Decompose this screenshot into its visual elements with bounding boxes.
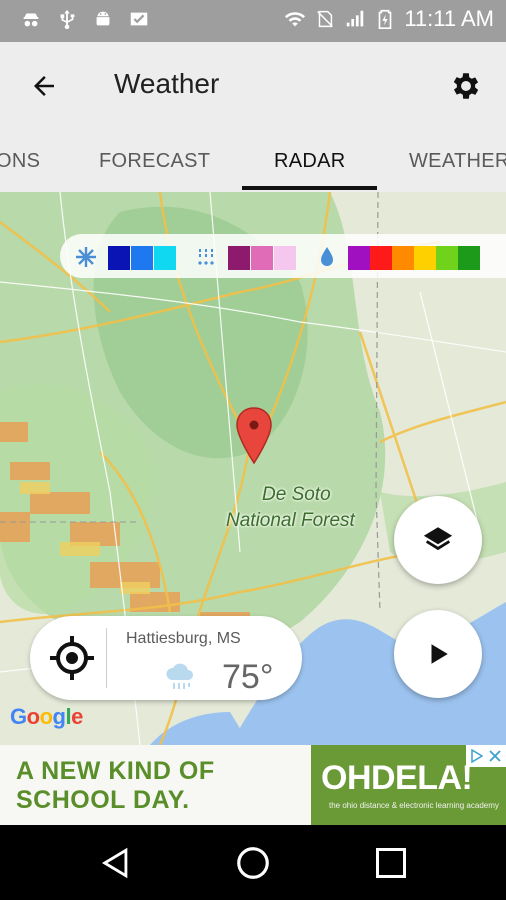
tab-conditions[interactable]: ONS [0,130,40,192]
legend-mix-1 [228,246,250,270]
precip-legend [60,234,506,278]
play-icon [431,644,448,664]
play-button[interactable] [394,610,482,698]
system-nav-bar [0,825,506,900]
card-divider [106,628,107,688]
back-button[interactable] [22,64,66,108]
legend-rain-6 [458,246,480,270]
layers-button[interactable] [394,496,482,584]
app-bar: Weather [0,42,506,130]
no-sim-icon [317,10,334,28]
place-label-line2: National Forest [226,510,355,531]
ad-left-panel: A NEW KIND OF SCHOOL DAY. [0,745,311,825]
my-location-icon[interactable] [48,634,96,682]
legend-rain-4 [414,246,436,270]
legend-mix-2 [251,246,273,270]
tab-weather[interactable]: WEATHER [409,130,506,192]
ad-headline-line2: SCHOOL DAY. [16,786,190,814]
city-name: Hattiesburg, MS [126,630,241,647]
nav-recents-button[interactable] [369,841,413,885]
nav-back-button[interactable] [94,841,138,885]
page-title: Weather [114,68,220,99]
legend-snow-1 [108,246,130,270]
ad-headline: A NEW KIND OF SCHOOL DAY. [16,757,215,815]
nav-back-icon [101,847,128,879]
wifi-icon [285,12,306,27]
nav-recents-icon [376,848,406,878]
legend-rain-2 [370,246,392,270]
signal-icon [347,10,364,27]
tab-radar[interactable]: RADAR [274,130,346,192]
ad-choices-button[interactable] [466,745,506,767]
nav-home-button[interactable] [231,841,275,885]
legend-mix-3 [274,246,296,270]
arrow-left-icon [34,76,54,96]
incognito-icon [23,13,39,27]
close-icon[interactable] [489,750,501,762]
ticket-check-icon [130,12,148,26]
legend-rain-3 [392,246,414,270]
status-left-icons [20,8,150,30]
snowflake-icon [76,247,96,267]
ad-info-icon [471,749,483,763]
tab-forecast[interactable]: FORECAST [99,130,210,192]
settings-button[interactable] [444,64,488,108]
cloud-rain-icon [166,663,193,689]
layers-icon [423,527,453,551]
legend-snow-3 [154,246,176,270]
tab-indicator [242,186,377,190]
legend-rain-1 [348,246,370,270]
ad-banner[interactable]: A NEW KIND OF SCHOOL DAY. OHDELA! the oh… [0,745,506,825]
current-temperature: 75° [222,658,274,696]
google-logo: Google [10,704,83,729]
status-time: 11:11 AM [404,6,494,31]
place-label-line1: De Soto [262,484,331,505]
gear-icon [453,73,479,99]
android-icon [96,11,110,26]
legend-rain-5 [436,246,458,270]
battery-charging-icon [378,9,392,29]
ad-tagline: the ohio distance & electronic learning … [329,801,499,810]
radar-map[interactable]: De Soto National Forest Hattiesburg, MS … [0,192,506,745]
ad-brand: OHDELA! [321,759,473,797]
usb-icon [60,9,75,30]
legend-snow-2 [131,246,153,270]
tab-bar: ONS FORECAST RADAR WEATHER [0,130,506,192]
map-pin-icon[interactable] [234,406,274,466]
status-bar: 11:11 AM [0,0,506,42]
raindrop-icon [321,247,333,266]
ad-headline-line1: A NEW KIND OF [16,757,215,785]
location-card[interactable]: Hattiesburg, MS 75° [30,616,302,700]
nav-home-icon [237,847,269,879]
mix-icon [198,249,214,265]
status-right-icons: 11:11 AM [284,6,494,32]
